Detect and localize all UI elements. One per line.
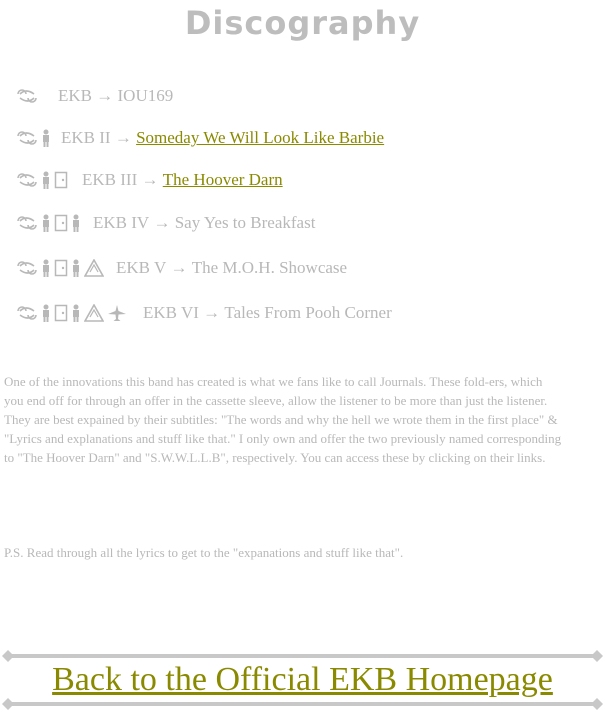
album-icons (16, 171, 68, 189)
album-title: Tales From Pooh Corner (224, 303, 392, 322)
cancer-glyph-icon (17, 306, 37, 320)
album-name: EKB V (116, 258, 167, 277)
ps-note: P.S. Read through all the lyrics to get … (4, 545, 404, 560)
arrow: → (141, 170, 159, 189)
album-title: IOU169 (117, 86, 174, 105)
album-row-1: EKB → IOU169 (16, 84, 173, 108)
arrow: → (203, 303, 221, 322)
door-icon (54, 259, 68, 277)
album-icons (16, 129, 51, 147)
door-icon (54, 304, 68, 322)
album-title: The M.O.H. Showcase (191, 258, 348, 277)
cancer-glyph-icon (17, 261, 37, 275)
person-icon (73, 214, 79, 232)
album-icons (16, 304, 127, 322)
back-to-homepage-link[interactable]: Back to the Official EKB Homepage (52, 661, 553, 698)
album-name: EKB (58, 86, 92, 105)
album-name: EKB II (61, 128, 111, 147)
album-row-5: EKB V → The M.O.H. Showcase (16, 256, 347, 280)
album-link-barbie[interactable]: Someday We Will Look Like Barbie (136, 128, 384, 148)
cancer-glyph-icon (17, 131, 37, 145)
person-icon (43, 259, 49, 277)
person-icon (73, 259, 79, 277)
door-icon (54, 171, 68, 189)
album-icons (16, 214, 81, 232)
person-icon (43, 304, 49, 322)
album-row-3: EKB III → The Hoover Darn (16, 168, 283, 192)
arrow: → (96, 86, 114, 105)
arrow: → (170, 258, 188, 277)
door-icon (54, 214, 68, 232)
album-icons (16, 89, 38, 103)
album-icons (16, 259, 104, 277)
album-title: Say Yes to Breakfast (174, 213, 316, 232)
person-icon (43, 214, 49, 232)
bottom-rule (2, 698, 603, 710)
album-name: EKB III (82, 170, 138, 189)
cancer-glyph-icon (17, 173, 37, 187)
arrow: → (153, 213, 171, 232)
album-row-2: EKB II → Someday We Will Look Like Barbi… (16, 126, 384, 150)
person-icon (43, 129, 49, 147)
arrow: → (114, 128, 132, 147)
album-link-hoover-darn[interactable]: The Hoover Darn (163, 170, 283, 190)
page-title: Discography (184, 4, 421, 42)
airplane-icon (108, 305, 126, 321)
warning-triangle-icon (84, 304, 104, 322)
album-row-6: EKB VI → Tales From Pooh Corner (16, 301, 392, 325)
album-row-4: EKB IV → Say Yes to Breakfast (16, 211, 315, 235)
journals-paragraph: One of the innovations this band has cre… (4, 374, 562, 465)
person-icon (73, 304, 79, 322)
person-icon (43, 171, 49, 189)
home-link-container: Back to the Official EKB Homepage (0, 660, 605, 700)
warning-triangle-icon (84, 259, 104, 277)
cancer-glyph-icon (17, 89, 37, 103)
album-name: EKB VI (143, 303, 199, 322)
album-name: EKB IV (93, 213, 150, 232)
cancer-glyph-icon (17, 216, 37, 230)
